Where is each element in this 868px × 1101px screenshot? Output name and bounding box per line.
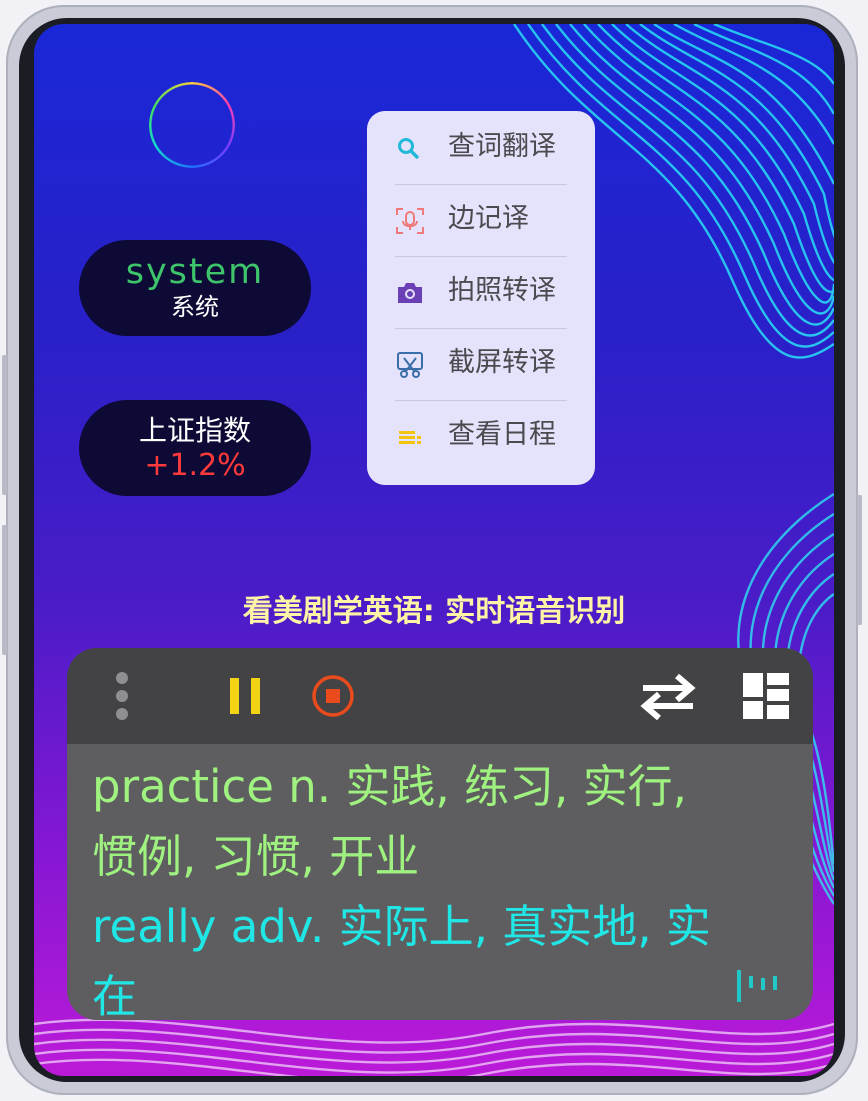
more-vertical-icon[interactable] xyxy=(113,668,131,724)
definition-line: practice n. 实践, 练习, 实行, xyxy=(92,760,687,813)
schedule-list-icon xyxy=(399,431,421,444)
definition-line: 惯例, 习惯, 开业 xyxy=(92,830,420,883)
menu-item-view-schedule[interactable]: 查看日程 xyxy=(367,399,595,471)
system-subtitle: 系统 xyxy=(171,293,219,321)
screen: system 系统 上证指数 +1.2% 查词翻译 边记译 拍照转译 截屏转译 … xyxy=(34,24,834,1076)
screenshot-scissors-icon xyxy=(397,352,423,378)
loading-ring xyxy=(149,82,235,168)
menu-item-lookup-translate[interactable]: 查词翻译 xyxy=(367,111,595,183)
stop-record-icon[interactable] xyxy=(311,674,355,718)
menu-item-photo-translate[interactable]: 拍照转译 xyxy=(367,255,595,327)
menu-item-label: 边记译 xyxy=(448,203,529,234)
camera-icon xyxy=(398,283,422,303)
voice-note-icon xyxy=(396,208,424,234)
search-icon xyxy=(398,138,419,159)
panel-toolbar xyxy=(67,648,813,744)
index-title: 上证指数 xyxy=(138,414,251,447)
pause-icon[interactable] xyxy=(227,676,263,716)
menu-item-label: 拍照转译 xyxy=(448,275,556,306)
menu-item-record-translate[interactable]: 边记译 xyxy=(367,183,595,255)
swap-icon[interactable] xyxy=(639,672,697,722)
system-widget[interactable]: system 系统 xyxy=(79,240,311,336)
layout-grid-icon[interactable] xyxy=(742,672,790,720)
definition-line: really adv. 实际上, 真实地, 实 xyxy=(92,900,711,953)
headline: 看美剧学英语: 实时语音识别 xyxy=(242,594,626,629)
dictionary-panel: practice n. 实践, 练习, 实行, 惯例, 习惯, 开业 reall… xyxy=(67,648,813,1020)
system-title: system xyxy=(125,252,265,292)
dictionary-content: practice n. 实践, 练习, 实行, 惯例, 习惯, 开业 reall… xyxy=(92,752,792,1020)
stock-index-widget[interactable]: 上证指数 +1.2% xyxy=(79,400,311,496)
menu-item-label: 查看日程 xyxy=(448,419,556,450)
quick-menu: 查词翻译 边记译 拍照转译 截屏转译 查看日程 xyxy=(367,111,595,485)
side-button xyxy=(2,525,7,655)
definition-line: 在 xyxy=(92,970,138,1020)
menu-item-label: 查词翻译 xyxy=(448,131,556,162)
side-button xyxy=(2,355,7,495)
side-button xyxy=(857,495,862,625)
menu-item-label: 截屏转译 xyxy=(448,347,556,378)
menu-item-screenshot-translate[interactable]: 截屏转译 xyxy=(367,327,595,399)
audio-level-icon xyxy=(737,970,777,1002)
index-change: +1.2% xyxy=(144,448,246,483)
